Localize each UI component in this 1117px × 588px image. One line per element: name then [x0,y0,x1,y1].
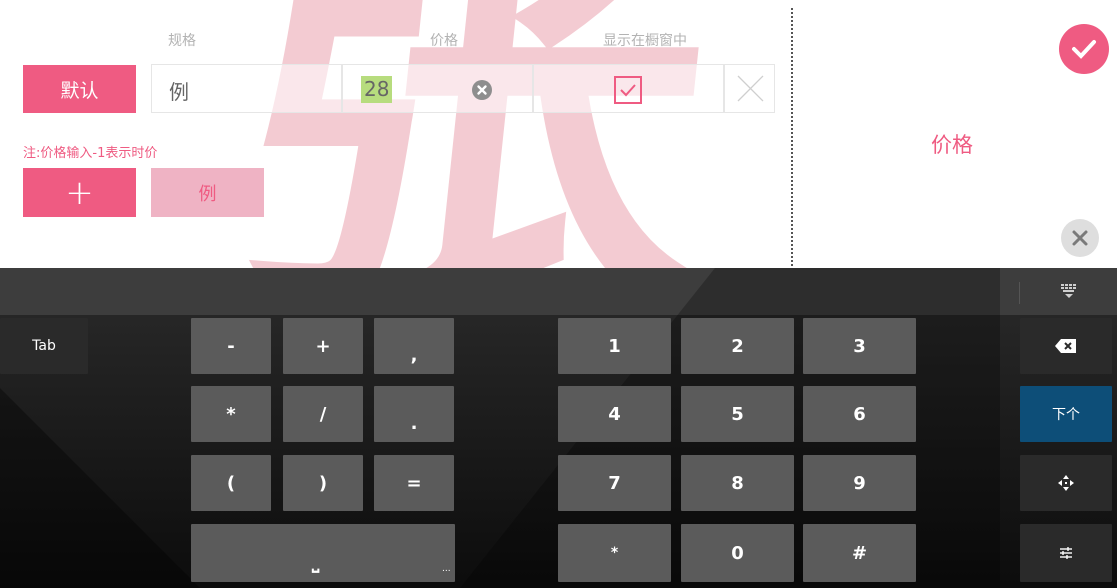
key-label: 6 [853,403,866,425]
key-6[interactable]: 6 [803,386,916,442]
key-slash[interactable]: / [283,386,363,442]
key-label: ) [318,472,328,494]
key-label: 3 [853,335,866,357]
spec-value: 例 [169,80,189,104]
key-label: - [227,335,235,357]
example-button[interactable]: 例 [151,168,264,217]
header-spec: 规格 [168,33,196,49]
key-label: * [226,403,236,425]
keyboard-settings-icon [1060,547,1072,559]
next-key[interactable]: 下个 [1020,386,1112,442]
key-asterisk[interactable]: * [191,386,271,442]
close-icon [737,75,764,102]
key-label: * [610,545,619,561]
key-equals[interactable]: = [374,455,454,511]
key-comma[interactable]: , [374,318,454,374]
delete-row-button[interactable] [724,64,775,113]
add-button[interactable]: + [23,168,136,217]
price-note: 注:价格输入-1表示时价 [23,146,158,161]
key-label: / [319,403,327,425]
right-panel-title: 价格 [931,133,973,157]
key-label: 5 [731,403,744,425]
key-label: ( [226,472,236,494]
cancel-button[interactable] [1061,219,1099,257]
cursor-move-key[interactable] [1020,455,1112,511]
key-label: # [851,542,868,564]
key-9[interactable]: 9 [803,455,916,511]
header-price: 价格 [430,33,458,49]
panel-divider [791,8,793,270]
key-close-paren[interactable]: ) [283,455,363,511]
keyboard-settings-key[interactable] [1020,524,1112,582]
key-label: + [315,335,331,357]
move-icon [1058,475,1074,491]
key-hash[interactable]: # [803,524,916,582]
space-key[interactable]: ⎵ ... [191,524,455,582]
soft-keyboard: Tab - + , * / . ( ) = ⎵ ... 1 2 3 4 5 6 … [0,268,1117,588]
key-label: 8 [731,472,744,494]
key-label: 2 [731,335,744,357]
space-key-label: ⎵ [312,552,320,573]
key-label: 0 [731,542,744,564]
key-label: . [410,412,418,434]
header-show-in-window: 显示在橱窗中 [603,33,687,49]
keyboard-candidate-bar [0,268,1117,315]
checkmark-icon [1072,40,1096,59]
spec-field[interactable]: 例 [151,64,342,113]
default-button-label: 默认 [60,79,99,102]
key-5[interactable]: 5 [681,386,794,442]
backspace-key[interactable] [1020,318,1112,374]
key-label: , [410,344,418,366]
show-in-window-checkbox[interactable] [614,76,642,104]
bar-separator [1019,282,1020,304]
add-button-label: + [65,172,94,213]
key-minus[interactable]: - [191,318,271,374]
close-icon [1072,230,1088,246]
price-value: 28 [361,76,393,103]
key-open-paren[interactable]: ( [191,455,271,511]
show-in-window-cell [533,64,724,113]
key-7[interactable]: 7 [558,455,671,511]
price-field[interactable]: 28 [342,64,533,113]
confirm-button[interactable] [1059,24,1109,74]
key-4[interactable]: 4 [558,386,671,442]
key-plus[interactable]: + [283,318,363,374]
backspace-icon [1055,339,1076,353]
default-button[interactable]: 默认 [23,65,136,113]
key-label: 9 [853,472,866,494]
key-label: 7 [608,472,621,494]
key-label: = [406,472,422,494]
key-period[interactable]: . [374,386,454,442]
key-8[interactable]: 8 [681,455,794,511]
keyboard-hide-icon[interactable] [1058,282,1080,302]
key-1[interactable]: 1 [558,318,671,374]
key-label: 1 [608,335,621,357]
key-3[interactable]: 3 [803,318,916,374]
space-key-ellipsis: ... [442,564,451,574]
tab-key[interactable]: Tab [0,318,88,374]
tab-key-label: Tab [32,338,56,354]
key-0[interactable]: 0 [681,524,794,582]
key-label: 4 [608,403,621,425]
next-key-label: 下个 [1052,407,1080,423]
example-button-label: 例 [198,183,217,205]
key-2[interactable]: 2 [681,318,794,374]
key-star[interactable]: * [558,524,671,582]
clear-input-icon[interactable] [472,80,492,100]
